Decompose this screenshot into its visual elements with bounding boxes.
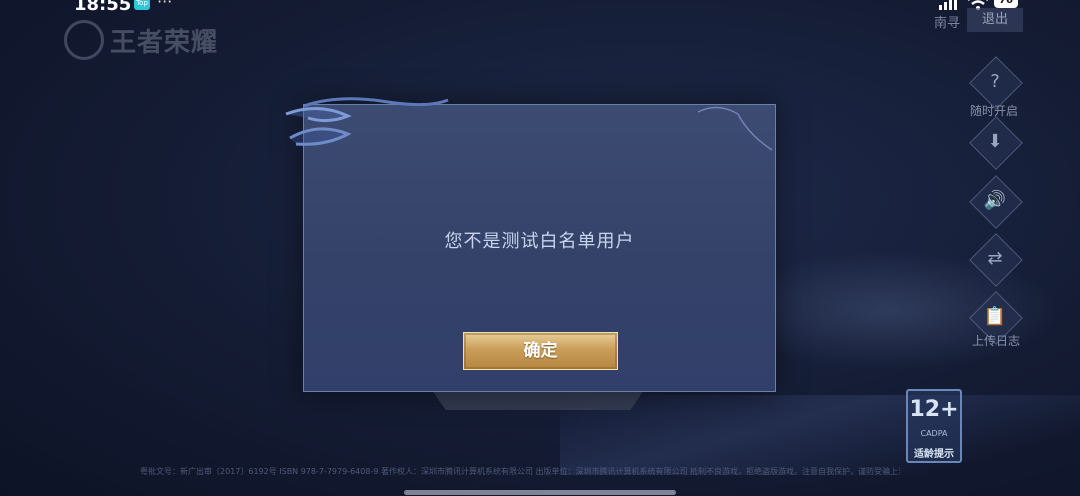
- question-icon: ?: [990, 71, 1000, 92]
- download-icon: ⬇: [987, 131, 1003, 152]
- status-time: 18:55: [74, 0, 132, 15]
- age-rating-org: CADPA: [920, 429, 948, 438]
- clipboard-icon: 📋: [983, 306, 1007, 327]
- app-badge-icon: Top: [134, 0, 150, 10]
- age-rating-badge: 12+ CADPA 适龄提示: [906, 389, 962, 463]
- speaker-icon: 🔊: [983, 190, 1007, 211]
- game-logo: 王者荣耀: [64, 20, 218, 60]
- age-rating-tip: 适龄提示: [914, 449, 954, 460]
- account-switch-icon: ⇄: [987, 248, 1003, 269]
- dialog-ornament-decoration: [285, 97, 773, 151]
- upload-log-label: 上传日志: [972, 334, 1021, 348]
- battery-icon: 76: [994, 0, 1018, 8]
- dialog-message: 您不是测试白名单用户: [444, 231, 635, 252]
- home-indicator[interactable]: [404, 490, 676, 495]
- logo-mark-icon: [64, 20, 104, 60]
- guide-link[interactable]: 南寻: [934, 12, 960, 31]
- confirm-button[interactable]: 确定: [463, 332, 618, 370]
- logo-text: 王者荣耀: [110, 27, 219, 58]
- background-streak: [560, 395, 1080, 475]
- signal-icon: [939, 0, 957, 10]
- legal-fine-print: 粤批文号：新广出审〔2017〕6192号 ISBN 978-7-7979-640…: [140, 467, 900, 476]
- status-more-icon: ···: [157, 0, 173, 11]
- exit-button[interactable]: 退出: [967, 8, 1023, 32]
- age-rating-number: 12+: [909, 397, 959, 422]
